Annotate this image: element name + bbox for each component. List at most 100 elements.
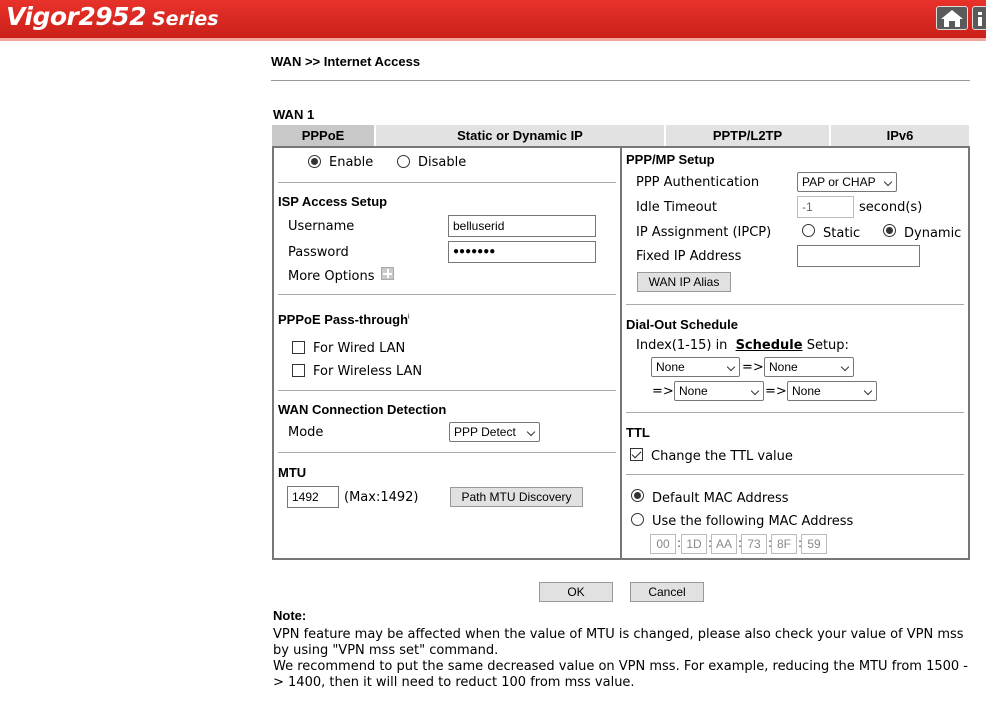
mtu-input[interactable]: 1492 xyxy=(287,486,339,508)
header-stripe xyxy=(0,38,986,41)
use-mac-label: Use the following MAC Address xyxy=(652,514,854,529)
home-icon[interactable] xyxy=(936,6,968,30)
divider xyxy=(278,452,616,453)
mac-octet-1[interactable]: 00 xyxy=(650,534,676,554)
schedule-select-3[interactable]: None xyxy=(674,381,764,401)
ok-button[interactable]: OK xyxy=(539,582,613,602)
mode-select-value: PPP Detect xyxy=(454,425,516,439)
enable-label: Enable xyxy=(329,155,374,170)
info-superscript: i xyxy=(408,313,410,321)
disable-radio[interactable] xyxy=(397,155,410,168)
dynamic-label: Dynamic xyxy=(904,226,962,241)
mac-octet-2[interactable]: 1D xyxy=(681,534,707,554)
arrow-label: => xyxy=(742,360,764,375)
note-line-2: We recommend to put the same decreased v… xyxy=(273,659,968,690)
schedule-link[interactable]: Schedule xyxy=(736,338,803,353)
username-label: Username xyxy=(288,219,355,234)
breadcrumb-divider xyxy=(271,80,970,81)
static-label: Static xyxy=(823,226,861,241)
wired-lan-checkbox[interactable] xyxy=(292,341,305,354)
ppp-auth-select[interactable]: PAP or CHAP xyxy=(797,172,897,192)
disable-label: Disable xyxy=(418,155,467,170)
schedule-select-4[interactable]: None xyxy=(787,381,877,401)
idle-timeout-label: Idle Timeout xyxy=(636,200,717,215)
index-suffix: Setup: xyxy=(806,338,849,353)
dynamic-radio[interactable] xyxy=(883,224,896,237)
mtu-max-label: (Max:1492) xyxy=(344,490,419,505)
index-prefix: Index(1-15) in xyxy=(636,338,728,353)
more-options-label: More Options xyxy=(288,269,375,284)
mac-octet-3[interactable]: AA xyxy=(711,534,737,554)
ip-assignment-label: IP Assignment (IPCP) xyxy=(636,225,772,240)
change-ttl-checkbox[interactable] xyxy=(630,448,643,461)
schedule-value-3: None xyxy=(679,384,708,398)
divider xyxy=(278,294,616,295)
enable-radio[interactable] xyxy=(308,155,321,168)
arrow-label: => xyxy=(765,384,787,399)
cancel-button[interactable]: Cancel xyxy=(630,582,704,602)
ppp-auth-label: PPP Authentication xyxy=(636,175,760,190)
chevron-down-icon xyxy=(840,362,850,372)
default-mac-radio[interactable] xyxy=(631,489,644,502)
pppoe-passthrough-title: PPPoE Pass-throughi xyxy=(278,312,410,327)
passthrough-title-text: PPPoE Pass-through xyxy=(278,312,409,327)
idle-timeout-input[interactable]: -1 xyxy=(797,196,854,218)
password-label: Password xyxy=(288,245,349,260)
mac-octet-4[interactable]: 73 xyxy=(741,534,767,554)
schedule-select-2[interactable]: None xyxy=(764,357,854,377)
tab-ipv6[interactable]: IPv6 xyxy=(831,125,969,146)
fixed-ip-input[interactable] xyxy=(797,245,920,267)
path-mtu-discovery-button[interactable]: Path MTU Discovery xyxy=(450,487,583,507)
wired-lan-label: For Wired LAN xyxy=(313,341,406,356)
index-setup-label: Index(1-15) in Schedule Setup: xyxy=(636,338,849,353)
tab-static-dynamic-ip[interactable]: Static or Dynamic IP xyxy=(376,125,664,146)
info-icon[interactable] xyxy=(972,6,986,30)
ttl-title: TTL xyxy=(626,425,650,440)
fixed-ip-label: Fixed IP Address xyxy=(636,249,742,264)
brand-series: Series xyxy=(151,8,219,30)
divider xyxy=(626,304,964,305)
tab-pptp-l2tp[interactable]: PPTP/L2TP xyxy=(666,125,829,146)
tab-pppoe[interactable]: PPPoE xyxy=(272,125,374,146)
wan-title: WAN 1 xyxy=(273,107,315,122)
mac-octet-5[interactable]: 8F xyxy=(771,534,797,554)
chevron-down-icon xyxy=(750,386,760,396)
brand-name: Vigor2952 xyxy=(6,2,146,31)
arrow-label: => xyxy=(652,384,674,399)
username-input[interactable]: belluserid xyxy=(448,215,596,237)
password-input[interactable]: ●●●●●●● xyxy=(448,241,596,263)
use-mac-radio[interactable] xyxy=(631,513,644,526)
wan-ip-alias-button[interactable]: WAN IP Alias xyxy=(637,272,731,292)
mode-select[interactable]: PPP Detect xyxy=(449,422,540,442)
mac-octet-6[interactable]: 59 xyxy=(801,534,827,554)
schedule-value-4: None xyxy=(792,384,821,398)
chevron-down-icon xyxy=(863,386,873,396)
ppp-mp-setup-title: PPP/MP Setup xyxy=(626,152,715,167)
chevron-down-icon xyxy=(726,362,736,372)
isp-access-title: ISP Access Setup xyxy=(278,194,388,209)
expand-plus-icon[interactable] xyxy=(381,267,394,280)
schedule-value-2: None xyxy=(769,360,798,374)
chevron-down-icon xyxy=(883,177,893,187)
static-radio[interactable] xyxy=(802,224,815,237)
brand-logo: Vigor2952 Series xyxy=(6,2,219,31)
wan-detection-title: WAN Connection Detection xyxy=(278,402,447,417)
schedule-select-1[interactable]: None xyxy=(651,357,740,377)
change-ttl-label: Change the TTL value xyxy=(651,449,793,464)
wireless-lan-checkbox[interactable] xyxy=(292,364,305,377)
divider xyxy=(626,412,964,413)
note-title: Note: xyxy=(273,608,307,623)
breadcrumb: WAN >> Internet Access xyxy=(271,54,421,69)
default-mac-label: Default MAC Address xyxy=(652,491,789,506)
tab-bar: PPPoE Static or Dynamic IP PPTP/L2TP IPv… xyxy=(272,125,969,146)
mtu-title: MTU xyxy=(278,465,307,480)
dialout-schedule-title: Dial-Out Schedule xyxy=(626,317,738,332)
idle-unit-label: second(s) xyxy=(859,200,923,215)
divider xyxy=(626,474,964,475)
note-line-1: VPN feature may be affected when the val… xyxy=(273,627,964,658)
wireless-lan-label: For Wireless LAN xyxy=(313,364,423,379)
divider xyxy=(278,390,616,391)
ppp-auth-value: PAP or CHAP xyxy=(802,175,876,189)
divider xyxy=(278,182,616,183)
chevron-down-icon xyxy=(526,427,536,437)
